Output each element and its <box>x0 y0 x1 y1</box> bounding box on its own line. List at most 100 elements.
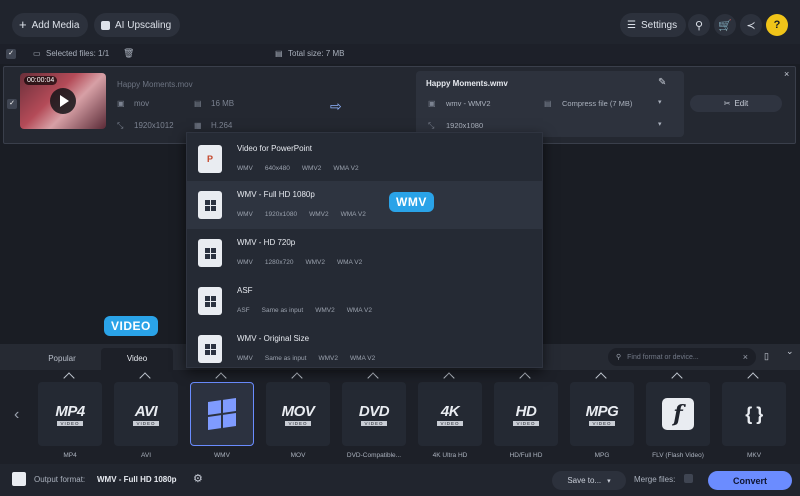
share-icon[interactable]: ≺ <box>740 14 762 36</box>
format-card-mpg[interactable]: MPG VIDEO MPG <box>570 372 634 462</box>
preset-spec: WMA V2 <box>336 259 363 266</box>
format-card-mov[interactable]: MOV VIDEO MOV <box>266 372 330 462</box>
preset-spec: WMA V2 <box>349 355 376 362</box>
preset-spec: WMV2 <box>305 259 325 266</box>
trash-icon[interactable]: 🗑 <box>123 48 134 59</box>
help-icon[interactable]: ? <box>766 14 788 36</box>
wmv-callout-overlay: WMV <box>389 192 434 212</box>
flash-icon: f <box>662 398 694 430</box>
file-icon: ▭ <box>33 49 41 58</box>
source-resolution: 1920x1012 <box>134 121 174 130</box>
clear-icon[interactable]: × <box>743 352 748 362</box>
format-card-mp4[interactable]: MP4 VIDEO MP4 <box>38 372 102 462</box>
tab-popular[interactable]: Popular <box>26 348 98 370</box>
format-logo-text: 4K <box>440 402 460 420</box>
format-logo-sub: VIDEO <box>133 420 159 426</box>
file-checkbox[interactable]: ✓ <box>7 99 17 109</box>
format-logo-text: HD <box>515 402 537 420</box>
windows-icon <box>198 287 222 315</box>
format-logo-text: DVD <box>358 402 390 420</box>
windows-icon <box>198 239 222 267</box>
select-all-checkbox[interactable]: ✓ <box>6 49 16 59</box>
format-logo-sub: VIDEO <box>285 420 311 426</box>
format-label: HD/Full HD <box>509 452 543 459</box>
source-size: 16 MB <box>211 99 235 108</box>
format-logo: DVD VIDEO <box>342 382 406 446</box>
format-card-4k-ultra-hd[interactable]: 4K VIDEO 4K Ultra HD <box>418 372 482 462</box>
format-card-dvd-compatible[interactable]: DVD VIDEO DVD-Compatible... <box>342 372 406 462</box>
convert-button[interactable]: Convert <box>708 471 792 490</box>
preset-spec: WMV <box>237 165 253 172</box>
source-codec: H.264 <box>211 121 233 130</box>
target-resolution[interactable]: 1920x1080 <box>446 121 483 130</box>
search-icon: ⚲ <box>616 354 622 361</box>
ai-upscaling-button[interactable]: AI Upscaling <box>94 13 181 37</box>
preset-title: Video for PowerPoint <box>237 144 313 153</box>
duration-badge: 00:00:04 <box>24 76 58 85</box>
preset-spec: WMV <box>237 355 253 362</box>
format-label: FLV (Flash Video) <box>652 452 704 459</box>
resolution-icon: ⤡ <box>428 121 435 130</box>
format-logo-text: { } <box>745 403 763 424</box>
preset-spec: WMV2 <box>318 355 338 362</box>
film-icon: ▣ <box>117 99 125 108</box>
format-logo <box>190 382 254 446</box>
play-icon[interactable] <box>50 88 76 114</box>
preset-item[interactable]: WMV - Full HD 1080p WMV 1920x1080 WMV2 WMA V… <box>187 181 542 229</box>
ai-upscaling-label: AI Upscaling <box>115 19 172 31</box>
format-logo-sub: VIDEO <box>513 420 539 426</box>
format-card-avi[interactable]: AVI VIDEO AVI <box>114 372 178 462</box>
cart-icon[interactable]: 🛒 <box>714 14 736 36</box>
device-icon[interactable]: ▯ <box>764 351 769 362</box>
gear-icon[interactable]: ⚙ <box>193 472 203 485</box>
settings-label: Settings <box>640 19 678 31</box>
add-media-label: Add Media <box>31 19 80 31</box>
format-card-wmv[interactable]: WMV <box>190 372 254 462</box>
close-icon[interactable]: × <box>784 69 789 79</box>
preset-spec: Same as input <box>261 307 304 314</box>
compress-icon: ▤ <box>544 99 552 108</box>
preset-spec: WMA V2 <box>340 211 366 218</box>
preset-item[interactable]: WMV - Original Size WMV Same as input WMV2 W… <box>187 325 542 373</box>
chevron-down-icon[interactable]: ▾ <box>658 120 662 128</box>
tab-video[interactable]: Video <box>101 348 173 370</box>
chevron-down-icon[interactable]: ▾ <box>658 98 662 106</box>
preset-spec: 1920x1080 <box>264 211 298 218</box>
video-thumbnail[interactable]: 00:00:04 <box>20 73 106 129</box>
windows-logo-icon <box>208 398 236 430</box>
top-toolbar: + Add Media AI Upscaling ☰ Settings ⚲ 🛒 … <box>0 0 800 44</box>
codec-icon: ▦ <box>194 121 202 130</box>
preset-spec: 640x480 <box>264 165 290 172</box>
search-icon[interactable]: ⚲ <box>688 14 710 36</box>
pencil-icon[interactable]: ✎ <box>658 77 666 88</box>
format-search-input[interactable]: ⚲ Find format or device... × <box>608 348 756 366</box>
format-label: AVI <box>141 452 151 459</box>
preset-item[interactable]: WMV - HD 720p WMV 1280x720 WMV2 WMA V2 <box>187 229 542 277</box>
save-to-button[interactable]: Save to... ▾ <box>552 471 626 490</box>
format-label: MOV <box>290 452 306 459</box>
preset-spec: ASF <box>237 307 250 314</box>
selected-files-label: Selected files: 1/1 <box>46 49 110 58</box>
format-label: MKV <box>746 452 762 459</box>
format-card-hd-full-hd[interactable]: HD VIDEO HD/Full HD <box>494 372 558 462</box>
compress-select[interactable]: Compress file (7 MB) <box>562 99 632 108</box>
ai-icon <box>101 20 110 30</box>
preset-specs: WMV 1920x1080 WMV2 WMA V2 <box>237 211 366 218</box>
chevron-left-icon[interactable]: ‹ <box>14 406 19 424</box>
preset-item[interactable]: ASF ASF Same as input WMV2 WMA V2 <box>187 277 542 325</box>
plus-icon: + <box>19 17 27 32</box>
add-media-button[interactable]: + Add Media <box>12 13 89 37</box>
format-logo: HD VIDEO <box>494 382 558 446</box>
preset-spec: WMV <box>237 259 253 266</box>
output-format-value[interactable]: WMV - Full HD 1080p <box>97 475 177 484</box>
format-card-mkv[interactable]: { } MKV <box>722 372 786 462</box>
size-icon: ▤ <box>194 99 202 108</box>
merge-files-checkbox[interactable] <box>684 474 693 483</box>
preset-item[interactable]: P Video for PowerPoint WMV 640x480 WMV2 WMA V… <box>187 135 542 183</box>
format-card-flv-flash-video[interactable]: f FLV (Flash Video) <box>646 372 710 462</box>
format-label: DVD-Compatible... <box>346 452 402 459</box>
edit-button[interactable]: ✂ Edit <box>690 95 782 112</box>
collapse-icon[interactable]: ⌄ <box>786 346 794 357</box>
target-codec[interactable]: wmv - WMV2 <box>446 99 491 108</box>
settings-button[interactable]: ☰ Settings <box>620 13 687 37</box>
